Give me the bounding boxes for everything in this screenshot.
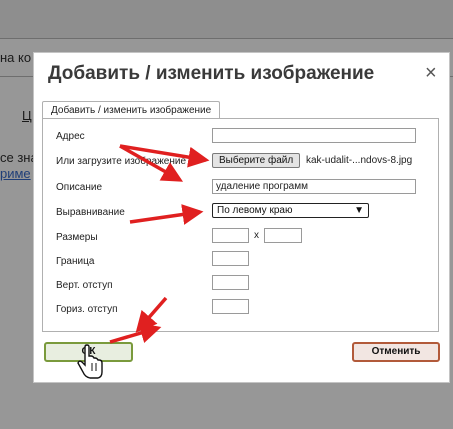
address-label: Адрес bbox=[56, 131, 85, 142]
align-label: Выравнивание bbox=[56, 207, 125, 218]
size-label: Размеры bbox=[56, 232, 98, 243]
choose-file-button[interactable]: Выберите файл bbox=[212, 153, 301, 168]
description-input[interactable]: удаление программ bbox=[212, 179, 416, 194]
background-link[interactable]: риме bbox=[0, 166, 31, 181]
background-text: на ко bbox=[0, 50, 32, 65]
border-label: Граница bbox=[56, 256, 95, 267]
hspace-input[interactable] bbox=[212, 299, 249, 314]
align-select[interactable]: По левому краю ▼ bbox=[212, 203, 369, 218]
chevron-down-icon: ▼ bbox=[354, 205, 364, 216]
size-separator: x bbox=[254, 230, 259, 241]
hspace-label: Гориз. отступ bbox=[56, 304, 118, 315]
background-divider bbox=[0, 38, 453, 39]
vspace-label: Верт. отступ bbox=[56, 280, 113, 291]
align-select-value: По левому краю bbox=[217, 205, 293, 216]
height-input[interactable] bbox=[264, 228, 302, 243]
image-dialog: Добавить / изменить изображение × Добави… bbox=[33, 52, 450, 383]
vspace-input[interactable] bbox=[212, 275, 249, 290]
width-input[interactable] bbox=[212, 228, 249, 243]
ok-button[interactable]: ОК bbox=[44, 342, 133, 362]
file-name: kak-udalit-...ndovs-8.jpg bbox=[306, 155, 413, 166]
tab-add-edit-image[interactable]: Добавить / изменить изображение bbox=[42, 101, 221, 119]
upload-label: Или загрузите изображение bbox=[56, 156, 186, 167]
address-input[interactable] bbox=[212, 128, 416, 143]
close-icon[interactable]: × bbox=[425, 62, 437, 85]
background-text: Ц bbox=[22, 108, 32, 123]
dialog-title: Добавить / изменить изображение bbox=[48, 63, 375, 84]
description-label: Описание bbox=[56, 182, 103, 193]
cancel-button[interactable]: Отменить bbox=[352, 342, 440, 362]
border-input[interactable] bbox=[212, 251, 249, 266]
